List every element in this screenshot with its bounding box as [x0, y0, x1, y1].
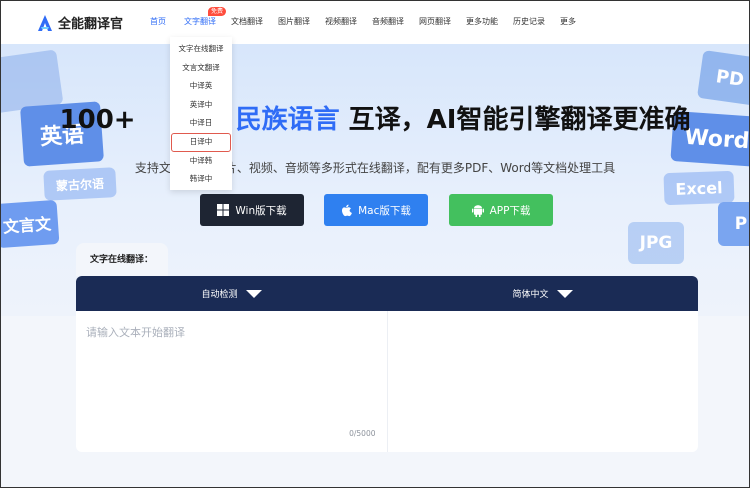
dropdown-item-zh-ko[interactable]: 中译韩 [170, 152, 232, 171]
android-icon [471, 204, 484, 217]
source-language-select[interactable]: 自动检测 [76, 276, 387, 311]
deco-card-jpg: JPG [628, 222, 684, 264]
win-download-button[interactable]: Win版下载 [200, 194, 304, 226]
dropdown-item-ja-zh[interactable]: 日译中 [171, 132, 231, 152]
dropdown-item-classical[interactable]: 文言文翻译 [170, 59, 232, 78]
char-counter: 0/5000 [349, 429, 376, 438]
nav-image-translate[interactable]: 图片翻译 [278, 16, 325, 27]
logo-icon [38, 14, 52, 31]
input-placeholder: 请输入文本开始翻译 [86, 326, 185, 339]
main-nav: 首页 文字翻译 免费 文档翻译 图片翻译 视频翻译 音频翻译 网页翻译 更多功能… [150, 7, 590, 27]
deco-card-p: P [718, 202, 750, 246]
hero-title: 100+ 民族语言 互译，AI智能引擎翻译更准确 [59, 105, 691, 135]
source-text-input[interactable]: 请输入文本开始翻译 0/5000 [76, 311, 388, 452]
text-translate-dropdown: 文字在线翻译 文言文翻译 中译英 英译中 中译日 日译中 中译韩 韩译中 [170, 37, 232, 190]
text-translate-tab[interactable]: 文字在线翻译： [76, 243, 168, 276]
nav-audio-translate[interactable]: 音频翻译 [372, 16, 419, 27]
target-language-select[interactable]: 简体中文 [387, 276, 698, 311]
translator-panel: 自动检测 简体中文 请输入文本开始翻译 0/5000 [76, 276, 698, 452]
nav-more[interactable]: 更多 [560, 16, 590, 27]
mac-download-button[interactable]: Mac版下载 [324, 194, 428, 226]
nav-text-translate[interactable]: 文字翻译 免费 [184, 7, 231, 27]
dropdown-item-online[interactable]: 文字在线翻译 [170, 40, 232, 59]
deco-card-classical: 文言文 [0, 199, 60, 249]
app-name: 全能翻译官 [58, 17, 124, 32]
app-download-button[interactable]: APP下载 [449, 194, 553, 226]
logo[interactable]: 全能翻译官 [38, 13, 123, 32]
nav-more-features[interactable]: 更多功能 [466, 16, 513, 27]
deco-card-pdf: PD [696, 50, 750, 106]
dropdown-item-ko-zh[interactable]: 韩译中 [170, 170, 232, 189]
dropdown-item-zh-ja[interactable]: 中译日 [170, 114, 232, 133]
nav-doc-translate[interactable]: 文档翻译 [231, 16, 278, 27]
free-badge: 免费 [208, 7, 227, 16]
dropdown-item-zh-en[interactable]: 中译英 [170, 77, 232, 96]
nav-home[interactable]: 首页 [150, 16, 184, 27]
language-bar: 自动检测 简体中文 [76, 276, 698, 311]
apple-icon [342, 204, 353, 216]
nav-video-translate[interactable]: 视频翻译 [325, 16, 372, 27]
dropdown-item-en-zh[interactable]: 英译中 [170, 96, 232, 115]
nav-history[interactable]: 历史记录 [513, 16, 560, 27]
top-header: 全能翻译官 首页 文字翻译 免费 文档翻译 图片翻译 视频翻译 音频翻译 网页翻… [0, 0, 750, 44]
hero-subtitle: 支持文 图片、视频、音频等多形式在线翻译，配有更多PDF、Word等文档处理工具 [134, 161, 616, 175]
chevron-down-icon [245, 289, 262, 298]
translation-output [388, 311, 699, 452]
nav-web-translate[interactable]: 网页翻译 [419, 16, 466, 27]
windows-icon [217, 204, 230, 216]
chevron-down-icon [556, 289, 573, 298]
